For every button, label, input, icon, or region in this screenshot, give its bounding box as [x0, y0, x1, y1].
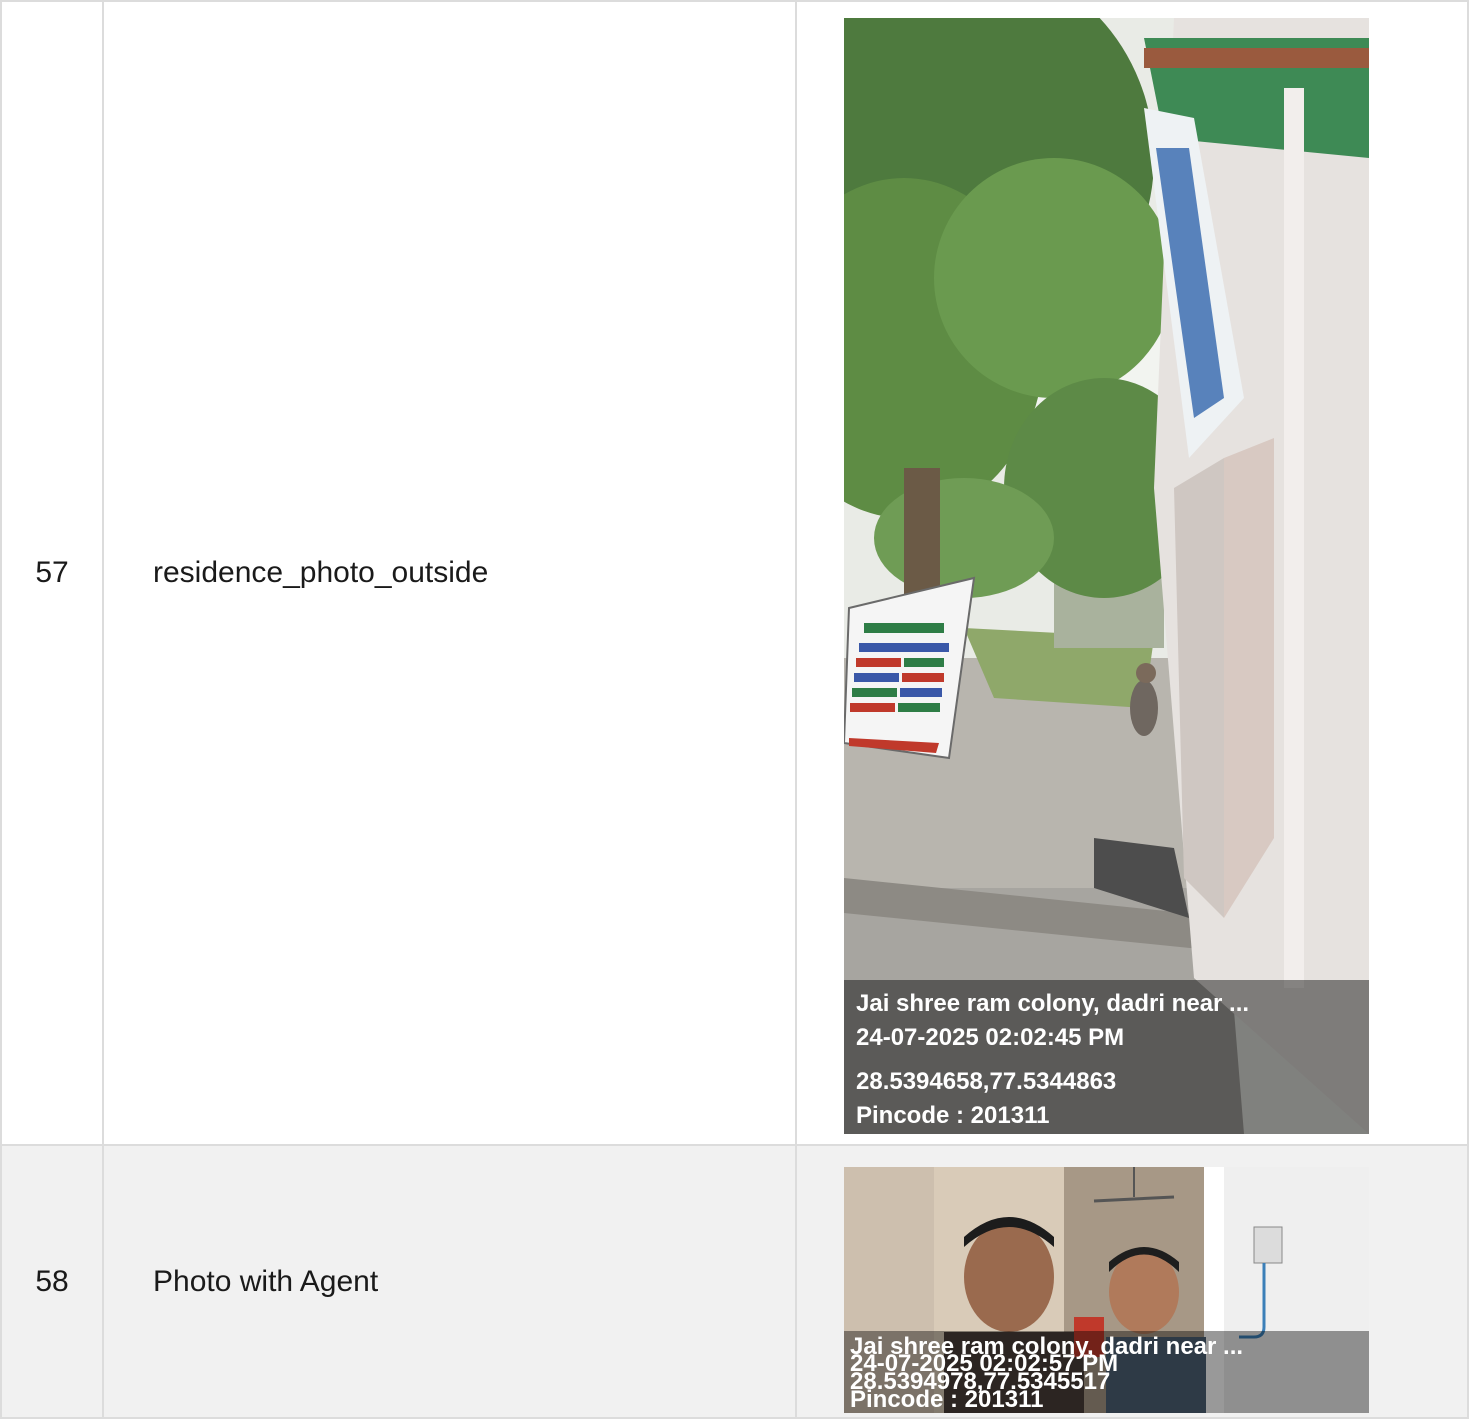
agent-photo-image: Jai shree ram colony, dadri near ... 24-…	[844, 1166, 1369, 1413]
table-row: 57 residence_photo_outside Jai shree ram…	[0, 0, 1469, 1146]
residence-photo-image: Jai shree ram colony, dadri near ... 24-…	[844, 18, 1369, 1134]
row-number: 58	[0, 1144, 104, 1419]
row-label: Photo with Agent	[102, 1144, 797, 1419]
photo-coordinates: 28.5394658,77.5344863	[856, 1068, 1116, 1095]
photo-pincode: Pincode : 201311	[856, 1102, 1049, 1129]
row-label: residence_photo_outside	[102, 0, 797, 1146]
photo-cell: Jai shree ram colony, dadri near ... 24-…	[795, 1144, 1469, 1419]
table-row: 58 Photo with Agent Jai shree ram colony…	[0, 1144, 1469, 1419]
evidence-table: 57 residence_photo_outside Jai shree ram…	[0, 0, 1469, 1419]
photo-datetime: 24-07-2025 02:02:45 PM	[856, 1024, 1124, 1051]
photo-address: Jai shree ram colony, dadri near ...	[856, 990, 1249, 1017]
agent-photo[interactable]: Jai shree ram colony, dadri near ... 24-…	[844, 1166, 1369, 1413]
photo-pincode: Pincode : 201311	[850, 1386, 1043, 1413]
row-number: 57	[0, 0, 104, 1146]
photo-cell: Jai shree ram colony, dadri near ... 24-…	[795, 0, 1469, 1146]
residence-photo[interactable]: Jai shree ram colony, dadri near ... 24-…	[844, 18, 1369, 1134]
